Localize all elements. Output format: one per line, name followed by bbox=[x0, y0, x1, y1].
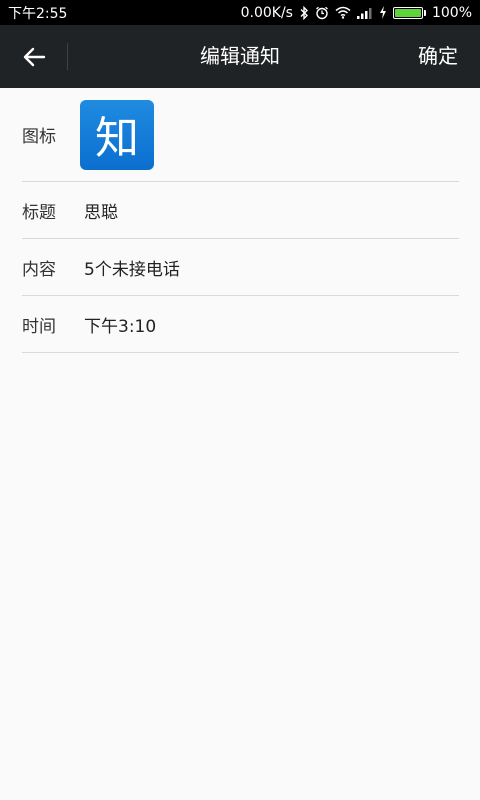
back-button[interactable] bbox=[10, 37, 58, 77]
app-bar: 编辑通知 确定 bbox=[0, 25, 480, 88]
toolbar-divider bbox=[67, 43, 68, 70]
page-title: 编辑通知 bbox=[200, 44, 280, 68]
battery-icon bbox=[392, 6, 426, 19]
status-bar: 下午2:55 0.00K/s 100% bbox=[0, 0, 480, 25]
zhihu-app-icon[interactable]: 知 bbox=[80, 99, 154, 170]
title-value: 思聪 bbox=[84, 202, 118, 223]
alarm-icon bbox=[316, 6, 328, 19]
wifi-icon bbox=[335, 6, 351, 19]
charging-icon bbox=[379, 6, 386, 19]
time-label: 时间 bbox=[22, 316, 56, 337]
time-row[interactable]: 时间 下午3:10 bbox=[22, 296, 459, 353]
signal-icon bbox=[356, 7, 372, 19]
icon-label: 图标 bbox=[22, 127, 56, 147]
arrow-left-icon bbox=[23, 47, 46, 67]
content-label: 内容 bbox=[22, 259, 56, 280]
title-label: 标题 bbox=[22, 202, 56, 223]
battery-percent: 100% bbox=[431, 4, 472, 21]
svg-text:知: 知 bbox=[95, 113, 139, 161]
status-time: 下午2:55 bbox=[8, 5, 68, 22]
bluetooth-icon bbox=[300, 5, 308, 20]
confirm-button[interactable]: 确定 bbox=[418, 25, 458, 88]
content-value: 5个未接电话 bbox=[84, 259, 180, 280]
icon-row[interactable]: 图标 知 bbox=[22, 88, 459, 182]
zhihu-logo-glyph: 知 bbox=[95, 113, 139, 161]
notification-form: 图标 知 标题 思聪 内容 5个未接电话 时间 下午3:10 bbox=[22, 88, 459, 353]
network-speed: 0.00K/s bbox=[240, 4, 293, 21]
content-row[interactable]: 内容 5个未接电话 bbox=[22, 239, 459, 296]
title-row[interactable]: 标题 思聪 bbox=[22, 182, 459, 239]
time-value: 下午3:10 bbox=[84, 316, 157, 337]
